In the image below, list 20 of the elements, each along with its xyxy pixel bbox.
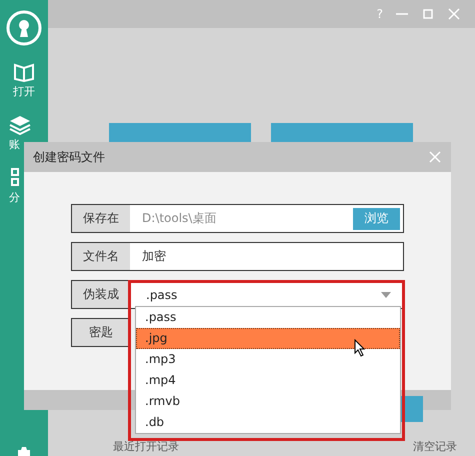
dropdown-option[interactable]: .db (136, 412, 400, 433)
maximize-icon[interactable] (421, 7, 435, 21)
sidebar-label[interactable]: 账 (9, 137, 20, 152)
book-icon[interactable] (13, 62, 35, 82)
sidebar-label[interactable]: 分 (9, 190, 20, 205)
caret-icon (381, 292, 391, 298)
sidebar-label[interactable]: 打开 (13, 84, 35, 99)
close-icon[interactable] (447, 7, 461, 21)
dropdown-option[interactable]: .mp4 (136, 370, 400, 391)
cursor-icon (354, 339, 366, 357)
close-icon[interactable] (429, 151, 441, 163)
recent-files-link[interactable]: 最近打开记录 (113, 439, 179, 454)
dialog-title: 创建密码文件 (33, 148, 105, 166)
clear-records-link[interactable]: 清空记录 (413, 439, 457, 454)
dropdown-option[interactable]: .mp3 (136, 349, 400, 370)
keyhole-icon (6, 10, 42, 46)
dropdown-option[interactable]: .jpg (136, 328, 400, 349)
layers-icon[interactable] (9, 115, 31, 135)
dropdown-option[interactable]: .pass (136, 307, 400, 328)
field-label: 伪装成 (72, 281, 130, 308)
